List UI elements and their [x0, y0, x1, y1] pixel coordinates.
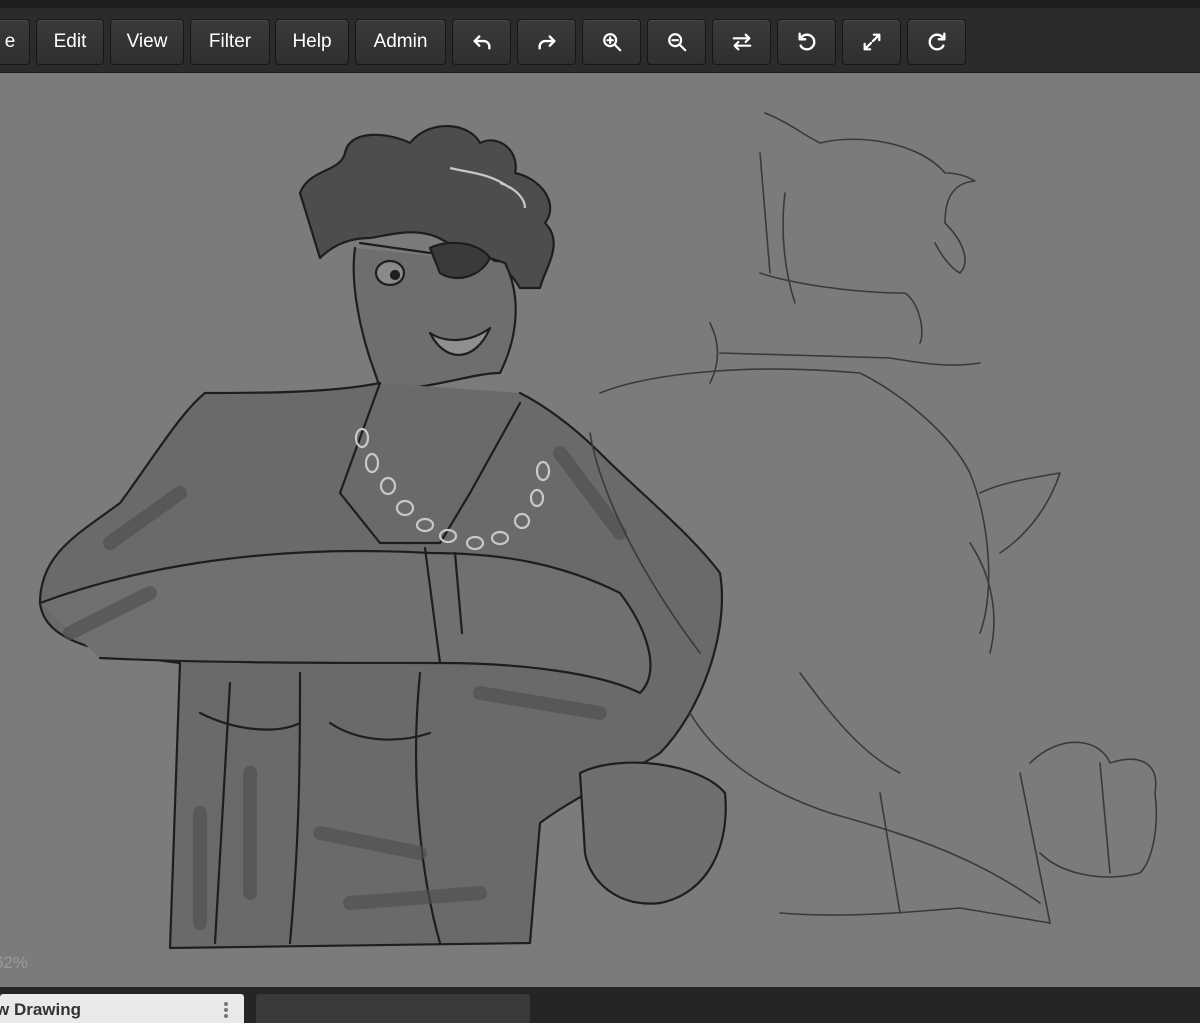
- file-menu-label: e: [4, 31, 16, 52]
- redo-button[interactable]: [517, 19, 576, 65]
- rotate-right-button[interactable]: [907, 19, 966, 65]
- rotate-left-button[interactable]: [777, 19, 836, 65]
- filter-menu-button[interactable]: Filter: [190, 19, 270, 65]
- rotate-right-icon: [928, 32, 946, 51]
- zoom-in-button[interactable]: [582, 19, 641, 65]
- toolbar: e Edit View Filter Help Admin: [0, 8, 1200, 73]
- fullscreen-icon: [863, 33, 880, 51]
- zoom-out-button[interactable]: [647, 19, 706, 65]
- admin-menu-button[interactable]: Admin: [355, 19, 446, 65]
- zoom-out-icon: [667, 33, 686, 52]
- help-menu-button[interactable]: Help: [275, 19, 349, 65]
- redo-icon: [537, 35, 556, 50]
- tab-empty[interactable]: [256, 994, 530, 1023]
- edit-menu-label: Edit: [53, 31, 87, 52]
- filter-menu-label: Filter: [208, 31, 252, 52]
- admin-menu-label: Admin: [373, 31, 428, 52]
- bottom-tab-bar: w Drawing: [0, 987, 1200, 1023]
- view-menu-button[interactable]: View: [110, 19, 184, 65]
- tab-options-icon[interactable]: [220, 1000, 232, 1020]
- tab-new-drawing-label: w Drawing: [0, 1000, 82, 1019]
- zoom-level-readout: 62%: [0, 953, 29, 972]
- zoom-in-icon: [602, 33, 621, 52]
- file-menu-button[interactable]: e: [0, 19, 30, 65]
- undo-button[interactable]: [452, 19, 511, 65]
- flip-horizontal-button[interactable]: [712, 19, 771, 65]
- edit-menu-button[interactable]: Edit: [36, 19, 104, 65]
- tab-new-drawing[interactable]: w Drawing: [0, 994, 244, 1023]
- fullscreen-button[interactable]: [842, 19, 901, 65]
- help-menu-label: Help: [292, 31, 332, 52]
- rotate-left-icon: [797, 32, 815, 51]
- flip-horizontal-icon: [732, 33, 751, 51]
- sketch-artwork: [38, 112, 1158, 950]
- drawing-canvas[interactable]: 62%: [0, 73, 1200, 987]
- undo-icon: [472, 35, 491, 50]
- view-menu-label: View: [126, 31, 168, 52]
